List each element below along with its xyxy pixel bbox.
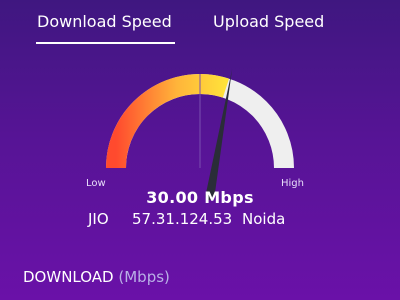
active-tab-indicator <box>36 42 175 44</box>
speed-value: 30.00 Mbps <box>146 188 254 207</box>
download-section-title: DOWNLOAD (Mbps) <box>23 268 170 286</box>
tab-download-speed[interactable]: Download Speed <box>37 12 172 31</box>
server-city: Noida <box>242 210 286 228</box>
isp-name: JIO <box>88 210 109 228</box>
tab-upload-speed[interactable]: Upload Speed <box>213 12 324 31</box>
speed-tabs: Download Speed Upload Speed <box>0 0 400 46</box>
download-title-text: DOWNLOAD <box>23 268 114 286</box>
gauge-fill <box>106 74 230 169</box>
ip-address: 57.31.124.53 <box>132 210 233 228</box>
download-unit-label: (Mbps) <box>118 268 170 286</box>
